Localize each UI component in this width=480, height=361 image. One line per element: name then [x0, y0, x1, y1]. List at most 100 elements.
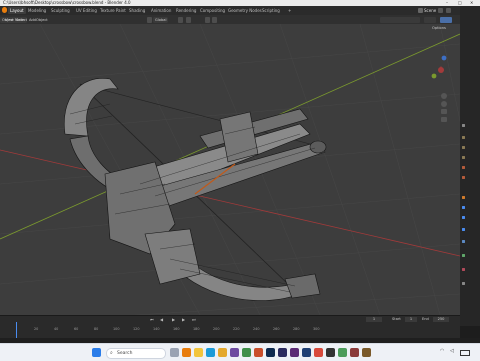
menu-view[interactable]: View: [5, 17, 14, 23]
scene-label[interactable]: Scene: [424, 7, 436, 14]
constraints-properties-icon[interactable]: [462, 240, 465, 243]
photoshop-icon[interactable]: [266, 348, 275, 357]
new-scene-icon[interactable]: [438, 8, 443, 13]
render-properties-icon[interactable]: [462, 136, 465, 139]
3d-viewport[interactable]: Options: [0, 24, 460, 315]
transform-orientation-dropdown[interactable]: Global: [153, 16, 169, 23]
timeline-tick: 200: [213, 327, 220, 331]
battery-icon[interactable]: [460, 350, 470, 356]
current-frame-field[interactable]: 1: [366, 317, 382, 322]
perspective-toggle-icon[interactable]: [441, 117, 447, 122]
scene-selector-icon[interactable]: [418, 8, 423, 13]
app-icon[interactable]: [326, 348, 335, 357]
tab-compositing[interactable]: Compositing: [200, 7, 225, 14]
physics-properties-icon[interactable]: [462, 228, 465, 231]
start-icon[interactable]: [92, 348, 101, 357]
properties-panel: [460, 6, 480, 326]
app-icon[interactable]: [254, 348, 263, 357]
app-icon[interactable]: [350, 348, 359, 357]
menu-select[interactable]: Select: [16, 17, 27, 23]
jump-start-icon[interactable]: ⏮: [150, 317, 154, 322]
snap-icon-2[interactable]: [186, 16, 191, 23]
delete-scene-icon[interactable]: [446, 8, 451, 13]
app-icon[interactable]: [230, 348, 239, 357]
timeline-tick: 100: [113, 327, 120, 331]
viewport-header: Object Mode View Select Add Object Globa…: [0, 15, 460, 24]
viewport-shading-icon[interactable]: [380, 16, 420, 23]
speaker-icon[interactable]: ◁: [450, 348, 454, 354]
workspace-tabs: Layout Modeling Sculpting UV Editing Tex…: [0, 6, 460, 15]
tab-rendering[interactable]: Rendering: [176, 7, 196, 14]
tab-shading[interactable]: Shading: [129, 7, 145, 14]
overlay-icon[interactable]: [424, 16, 436, 23]
snap-icon[interactable]: [178, 16, 183, 23]
timeline-tick: 120: [133, 327, 140, 331]
tab-sculpting[interactable]: Sculpting: [51, 7, 70, 14]
data-properties-icon[interactable]: [462, 254, 465, 257]
world-properties-icon[interactable]: [462, 176, 465, 179]
start-frame-field[interactable]: 1: [405, 317, 417, 322]
app-icon[interactable]: [278, 348, 287, 357]
file-explorer-icon[interactable]: [194, 348, 203, 357]
jump-end-icon[interactable]: ⏭: [192, 317, 196, 322]
menu-object[interactable]: Object: [36, 17, 48, 23]
object-properties-icon[interactable]: [462, 196, 465, 199]
app-icon[interactable]: [314, 348, 323, 357]
menu-add[interactable]: Add: [29, 17, 36, 23]
pan-icon[interactable]: [441, 101, 447, 107]
blender-logo-icon[interactable]: [2, 7, 7, 13]
viewport-canvas[interactable]: [0, 24, 460, 315]
edge-icon[interactable]: [206, 348, 215, 357]
playhead[interactable]: [16, 322, 17, 339]
proportional-editing-icon[interactable]: [205, 16, 210, 23]
timeline-tick: 180: [193, 327, 200, 331]
tab-modeling[interactable]: Modeling: [28, 7, 46, 14]
timeline-tick: 40: [54, 327, 59, 331]
play-icon[interactable]: ▶: [172, 317, 175, 322]
navigation-gizmo[interactable]: [431, 55, 447, 79]
timeline-tick: 60: [74, 327, 79, 331]
step-back-icon[interactable]: ◀: [160, 317, 163, 322]
proportional-falloff-icon[interactable]: [212, 16, 217, 23]
tab-scripting[interactable]: Scripting: [262, 7, 280, 14]
app-icon[interactable]: [242, 348, 251, 357]
crossbow-model[interactable]: [63, 78, 327, 301]
app-icon[interactable]: [338, 348, 347, 357]
app-icon[interactable]: [290, 348, 299, 357]
taskbar-search[interactable]: ⌕ Search: [106, 348, 166, 359]
particles-properties-icon[interactable]: [462, 216, 465, 219]
x-axis-line: [0, 149, 460, 257]
timeline-tick: 260: [273, 327, 280, 331]
timeline-tick: 300: [313, 327, 320, 331]
app-icon[interactable]: [302, 348, 311, 357]
output-properties-icon[interactable]: [462, 146, 465, 149]
solid-shading-icon[interactable]: [440, 16, 452, 23]
tab-geometry-nodes[interactable]: Geometry Nodes: [228, 7, 262, 14]
zoom-icon[interactable]: [441, 93, 447, 99]
timeline-tick: 160: [173, 327, 180, 331]
task-view-icon[interactable]: [170, 348, 179, 357]
tab-animation[interactable]: Animation: [151, 7, 171, 14]
tab-uv-editing[interactable]: UV Editing: [76, 7, 97, 14]
tool-properties-icon[interactable]: [462, 124, 465, 127]
material-properties-icon[interactable]: [462, 268, 465, 271]
tab-layout[interactable]: Layout: [8, 7, 26, 14]
start-frame-label: Start: [392, 317, 401, 321]
step-forward-icon[interactable]: ▶: [182, 317, 185, 322]
timeline[interactable]: ⏮ ◀ ▶ ▶ ⏭ 1 Start 1 End 250 20 40 60 80 …: [0, 315, 460, 339]
tab-texture-paint[interactable]: Texture Paint: [100, 7, 126, 14]
options-button[interactable]: Options: [432, 26, 446, 30]
blender-icon[interactable]: [182, 348, 191, 357]
end-frame-field[interactable]: 250: [433, 317, 449, 322]
tab-add[interactable]: +: [288, 7, 291, 14]
texture-properties-icon[interactable]: [462, 282, 465, 285]
chrome-icon[interactable]: [218, 348, 227, 357]
camera-view-icon[interactable]: [441, 109, 447, 114]
wifi-icon[interactable]: ◠: [440, 348, 444, 354]
modifier-properties-icon[interactable]: [462, 206, 465, 209]
app-icon[interactable]: [362, 348, 371, 357]
timeline-tick: 280: [293, 327, 300, 331]
transform-icon[interactable]: [147, 16, 152, 23]
view-layer-properties-icon[interactable]: [462, 156, 465, 159]
scene-properties-icon[interactable]: [462, 166, 465, 169]
